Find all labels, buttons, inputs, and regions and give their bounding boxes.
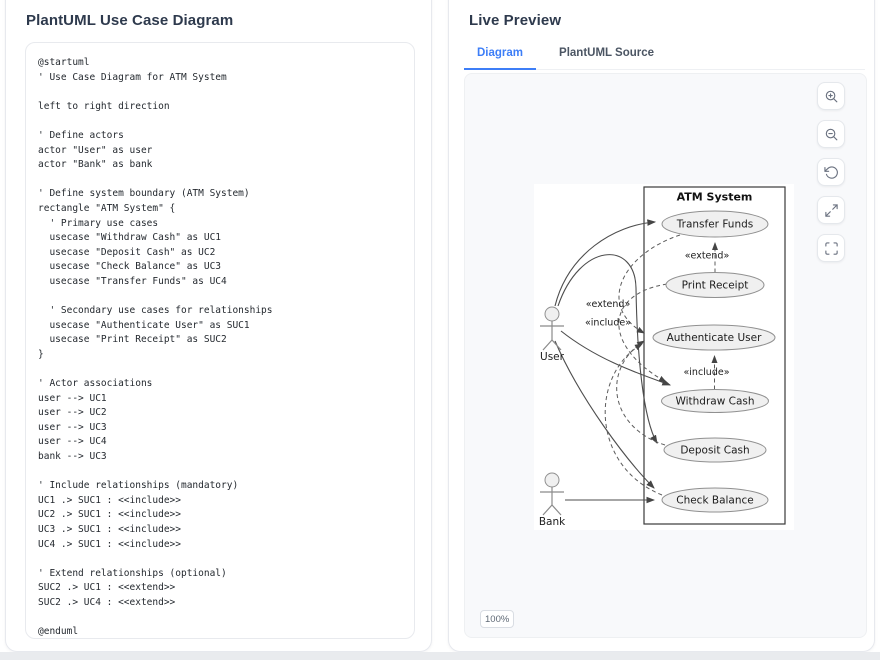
tab-plantuml-source[interactable]: PlantUML Source bbox=[546, 45, 667, 70]
editor-panel-title: PlantUML Use Case Diagram bbox=[26, 12, 233, 29]
actor-bank: Bank bbox=[539, 473, 566, 528]
zoom-out-button[interactable] bbox=[817, 120, 845, 148]
stereotype-extend-label: «extend» bbox=[685, 251, 730, 262]
diagram-viewport[interactable]: ATM System «extend» «in bbox=[464, 73, 867, 638]
assoc-user-deposit bbox=[558, 255, 657, 443]
svg-text:Withdraw Cash: Withdraw Cash bbox=[675, 396, 754, 408]
zoom-level-badge: 100% bbox=[480, 610, 514, 628]
assoc-user-transfer bbox=[555, 222, 655, 306]
stereotype-include-label: «include» bbox=[585, 318, 631, 329]
usecase-transfer-funds: Transfer Funds bbox=[662, 211, 768, 237]
system-boundary-label: ATM System bbox=[677, 191, 753, 204]
tab-bar: Diagram PlantUML Source bbox=[464, 45, 865, 70]
uml-use-case-diagram: ATM System «extend» «in bbox=[534, 184, 794, 530]
actor-user: User bbox=[540, 307, 565, 363]
zoom-out-icon bbox=[824, 127, 839, 142]
diagram-canvas: ATM System «extend» «in bbox=[534, 184, 794, 530]
preview-toolbar bbox=[817, 82, 845, 262]
usecase-deposit-cash: Deposit Cash bbox=[664, 438, 766, 462]
editor-panel: PlantUML Use Case Diagram @startuml ' Us… bbox=[5, 0, 432, 652]
zoom-in-icon bbox=[824, 89, 839, 104]
usecase-withdraw-cash: Withdraw Cash bbox=[662, 390, 769, 413]
usecase-print-receipt: Print Receipt bbox=[666, 273, 764, 298]
fullscreen-icon bbox=[824, 241, 839, 256]
preview-panel-title: Live Preview bbox=[469, 12, 561, 29]
zoom-in-button[interactable] bbox=[817, 82, 845, 110]
page: PlantUML Use Case Diagram @startuml ' Us… bbox=[0, 0, 880, 660]
svg-text:User: User bbox=[540, 351, 565, 363]
reset-view-button[interactable] bbox=[817, 158, 845, 186]
svg-text:Authenticate User: Authenticate User bbox=[667, 332, 762, 344]
preview-panel: Live Preview Diagram PlantUML Source bbox=[448, 0, 875, 652]
stereotype-extend-label: «extend» bbox=[586, 299, 631, 310]
tab-diagram[interactable]: Diagram bbox=[464, 45, 536, 70]
usecase-check-balance: Check Balance bbox=[662, 488, 768, 512]
system-boundary-rect bbox=[644, 187, 785, 524]
svg-text:Deposit Cash: Deposit Cash bbox=[680, 445, 749, 457]
plantuml-code: @startuml ' Use Case Diagram for ATM Sys… bbox=[26, 43, 414, 639]
fullscreen-button[interactable] bbox=[817, 234, 845, 262]
expand-button[interactable] bbox=[817, 196, 845, 224]
usecase-authenticate-user: Authenticate User bbox=[653, 325, 775, 350]
code-card: @startuml ' Use Case Diagram for ATM Sys… bbox=[25, 42, 415, 639]
svg-text:Bank: Bank bbox=[539, 516, 566, 528]
svg-text:Print Receipt: Print Receipt bbox=[682, 280, 749, 292]
svg-text:Check Balance: Check Balance bbox=[676, 495, 754, 507]
reset-view-icon bbox=[824, 165, 839, 180]
expand-icon bbox=[824, 203, 839, 218]
svg-text:Transfer Funds: Transfer Funds bbox=[676, 219, 753, 231]
bottom-strip bbox=[0, 652, 880, 660]
stereotype-include-label: «include» bbox=[683, 367, 729, 378]
